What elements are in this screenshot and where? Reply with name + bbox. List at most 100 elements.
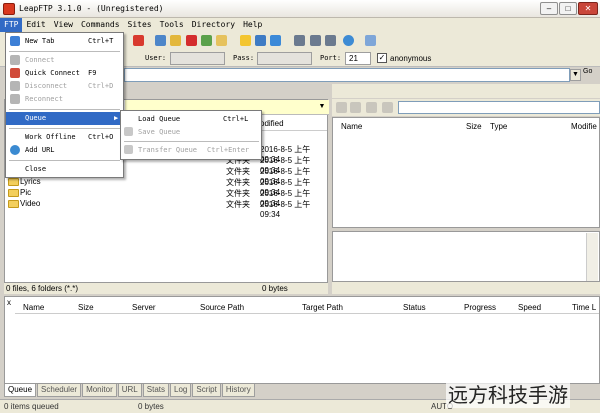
column-progress[interactable]: Progress (464, 303, 496, 312)
star-icon[interactable] (382, 102, 393, 113)
remote-path-input[interactable] (398, 101, 600, 114)
column-modified[interactable]: Modifie (571, 122, 597, 131)
connect-icon (10, 55, 20, 65)
queue-count: 0 items queued (4, 402, 59, 411)
menu-item-save-queue[interactable]: Save Queue (121, 126, 261, 139)
menu-commands[interactable]: Commands (77, 18, 124, 32)
menu-item-work-offline[interactable]: Work Offline Ctrl+O (6, 131, 123, 144)
binoculars-icon[interactable] (294, 35, 305, 46)
new-tab-icon (10, 36, 20, 46)
menu-directory[interactable]: Directory (188, 18, 239, 32)
reconnect-icon (10, 94, 20, 104)
add-url-icon (10, 145, 20, 155)
menu-bar: FTP Edit View Commands Sites Tools Direc… (0, 18, 600, 32)
stop-icon[interactable] (133, 35, 144, 46)
menu-help[interactable]: Help (239, 18, 266, 32)
column-time-left[interactable]: Time L (572, 303, 596, 312)
menu-item-disconnect[interactable]: Disconnect Ctrl+D (6, 80, 123, 93)
save-icon (124, 127, 133, 136)
ftp-menu: New Tab Ctrl+T Connect Quick Connect F9 … (5, 32, 124, 178)
column-size[interactable]: Size (78, 303, 94, 312)
port-field[interactable]: 21 (345, 52, 371, 65)
tab-monitor[interactable]: Monitor (82, 384, 117, 397)
menu-item-load-queue[interactable]: Load Queue Ctrl+L (121, 113, 261, 126)
menu-item-transfer-queue[interactable]: Transfer Queue Ctrl+Enter (121, 144, 261, 157)
chevron-down-icon[interactable]: ▼ (317, 102, 327, 112)
remote-file-list: Name Size Type Modifie (332, 117, 600, 228)
title-bar: LeapFTP 3.1.0 - (Unregistered) – □ ✕ (0, 0, 600, 18)
app-logo-icon (3, 3, 15, 15)
anonymous-checkbox[interactable]: ✓ (377, 53, 387, 63)
queue-header: Name Size Server Source Path Target Path… (15, 300, 599, 314)
binoculars-prev-icon[interactable] (325, 35, 336, 46)
download-icon[interactable] (350, 102, 361, 113)
menu-ftp[interactable]: FTP (0, 18, 23, 32)
globe-icon[interactable] (343, 35, 354, 46)
menu-sites[interactable]: Sites (124, 18, 156, 32)
edit-icon[interactable] (170, 35, 181, 46)
folder-icon[interactable] (216, 35, 227, 46)
menu-item-add-url[interactable]: Add URL (6, 144, 123, 157)
menu-divider (9, 109, 120, 110)
user-field[interactable] (170, 52, 225, 65)
list-item[interactable]: Video 文件夹 2016-8-5 上午 09:34 (5, 199, 327, 219)
menu-item-close[interactable]: Close (6, 163, 123, 176)
local-path-input[interactable] (124, 68, 570, 82)
menu-tools[interactable]: Tools (156, 18, 188, 32)
user-label: User: (145, 54, 167, 62)
lightning-icon[interactable] (240, 35, 251, 46)
chevron-right-icon: ▶ (114, 114, 119, 122)
column-source-path[interactable]: Source Path (200, 303, 244, 312)
column-size[interactable]: Size (466, 122, 482, 131)
go-button[interactable]: Go (583, 68, 600, 82)
column-server[interactable]: Server (132, 303, 156, 312)
delete-icon[interactable] (186, 35, 197, 46)
tab-scheduler[interactable]: Scheduler (37, 384, 82, 397)
menu-item-queue[interactable]: Queue ▶ (6, 112, 123, 125)
scrollbar[interactable] (586, 233, 598, 281)
local-bytes: 0 bytes (262, 284, 288, 293)
chevron-down-icon[interactable]: ▼ (570, 69, 581, 81)
column-status[interactable]: Status (403, 303, 426, 312)
search-icon[interactable] (155, 35, 166, 46)
column-speed[interactable]: Speed (518, 303, 541, 312)
save-icon[interactable] (255, 35, 266, 46)
menu-item-reconnect[interactable]: Reconnect (6, 93, 123, 106)
column-type[interactable]: Type (490, 122, 507, 131)
menu-item-quick-connect[interactable]: Quick Connect F9 (6, 67, 123, 80)
tab-history[interactable]: History (221, 384, 255, 397)
rename-icon[interactable] (201, 35, 212, 46)
menu-edit[interactable]: Edit (22, 18, 49, 32)
tab-log[interactable]: Log (170, 384, 192, 397)
upload-icon[interactable] (336, 102, 347, 113)
folder-icon (8, 189, 19, 197)
tab-url[interactable]: URL (117, 384, 142, 397)
password-field[interactable] (257, 52, 312, 65)
tab-stats[interactable]: Stats (142, 384, 169, 397)
diamond-icon[interactable] (270, 35, 281, 46)
tab-script[interactable]: Script (192, 384, 221, 397)
binoculars-next-icon[interactable] (310, 35, 321, 46)
list-item[interactable]: Pic 文件夹 2016-8-5 上午 09:34 (5, 188, 327, 208)
port-label: Port: (320, 54, 342, 62)
column-modified[interactable]: odified (260, 119, 284, 128)
list-item[interactable]: Lyrics 文件夹 2016-8-5 上午 09:34 (5, 177, 327, 197)
column-name[interactable]: Name (23, 303, 44, 312)
refresh-icon[interactable] (365, 35, 376, 46)
menu-item-connect[interactable]: Connect (6, 54, 123, 67)
column-name[interactable]: Name (341, 122, 362, 131)
menu-divider (9, 160, 120, 161)
close-icon[interactable]: x (7, 298, 11, 307)
menu-divider (9, 51, 120, 52)
local-file-count: 0 files, 6 folders (*.*) (6, 284, 79, 293)
menu-item-new-tab[interactable]: New Tab Ctrl+T (6, 35, 123, 48)
minimize-button[interactable]: – (540, 2, 558, 15)
tab-queue[interactable]: Queue (4, 384, 37, 397)
local-status-bar: 0 files, 6 folders (*.*) 0 bytes (4, 282, 328, 294)
remote-tab-strip (332, 84, 600, 98)
maximize-button[interactable]: □ (559, 2, 577, 15)
column-target-path[interactable]: Target Path (302, 303, 343, 312)
close-button[interactable]: ✕ (578, 2, 598, 15)
menu-view[interactable]: View (50, 18, 77, 32)
transfer-icon[interactable] (366, 102, 377, 113)
